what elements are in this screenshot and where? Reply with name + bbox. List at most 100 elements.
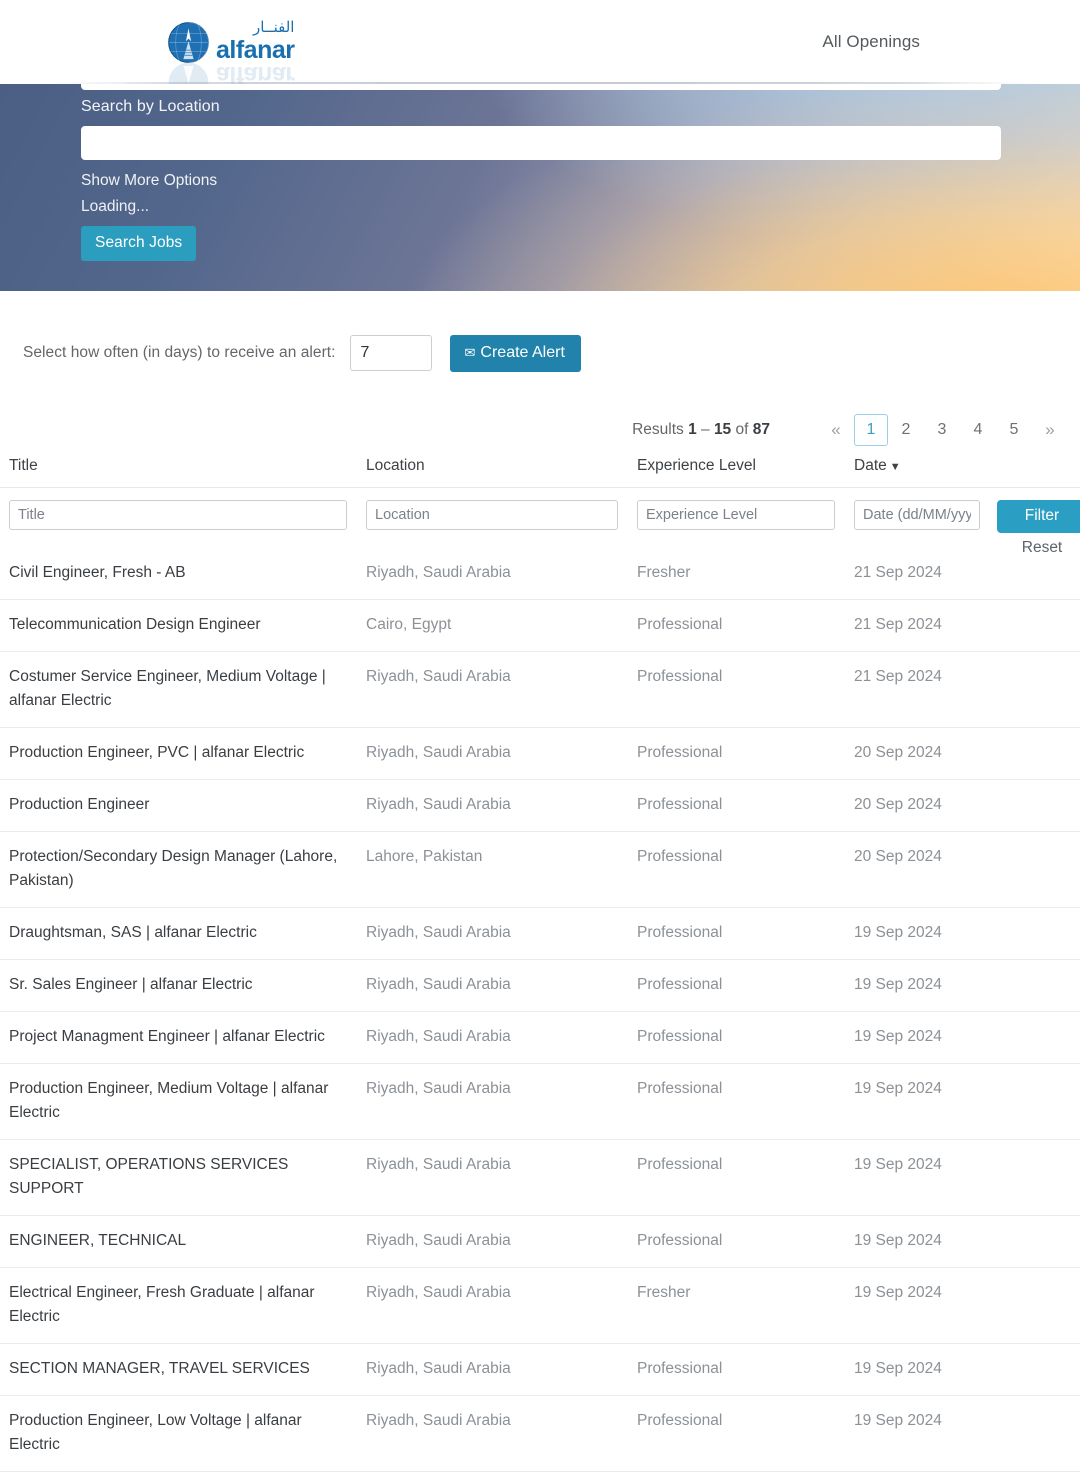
- filter-title-input[interactable]: [9, 500, 347, 530]
- cell-title: Draughtsman, SAS | alfanar Electric: [0, 908, 366, 960]
- cell-title: Sr. Sales Engineer | alfanar Electric: [0, 960, 366, 1012]
- cell-experience: Professional: [637, 1412, 723, 1429]
- cell-location: Riyadh, Saudi Arabia: [366, 976, 511, 993]
- job-title-link[interactable]: SPECIALIST, OPERATIONS SERVICES SUPPORT: [9, 1156, 288, 1197]
- job-title-link[interactable]: Production Engineer: [9, 796, 149, 813]
- results-range-dash: –: [701, 421, 710, 438]
- job-title-link[interactable]: Production Engineer, Low Voltage | alfan…: [9, 1412, 302, 1453]
- cell-date: 19 Sep 2024: [854, 1232, 942, 1249]
- table-row[interactable]: Electrical Engineer, Fresh Graduate | al…: [0, 1268, 1080, 1344]
- pagination-prev[interactable]: «: [818, 415, 854, 445]
- job-title-link[interactable]: Production Engineer, PVC | alfanar Elect…: [9, 744, 304, 761]
- results-range-start: 1: [688, 421, 697, 438]
- filter-date-input[interactable]: [854, 500, 980, 530]
- job-title-link[interactable]: Electrical Engineer, Fresh Graduate | al…: [9, 1284, 315, 1325]
- create-alert-label: Create Alert: [480, 343, 565, 361]
- job-results-table: Title Location Experience Level Date▼ Fi…: [0, 453, 1080, 1472]
- pagination-page-5[interactable]: 5: [996, 415, 1032, 445]
- job-title-link[interactable]: Production Engineer, Medium Voltage | al…: [9, 1080, 328, 1121]
- search-location-label: Search by Location: [81, 98, 220, 115]
- cell-date: 19 Sep 2024: [854, 1080, 942, 1097]
- job-title-link[interactable]: ENGINEER, TECHNICAL: [9, 1232, 186, 1249]
- cell-experience: Fresher: [637, 564, 691, 581]
- table-row[interactable]: Telecommunication Design Engineer Cairo,…: [0, 600, 1080, 652]
- job-title-link[interactable]: Protection/Secondary Design Manager (Lah…: [9, 848, 337, 889]
- table-row[interactable]: Production Engineer, Medium Voltage | al…: [0, 1064, 1080, 1140]
- cell-location: Riyadh, Saudi Arabia: [366, 1412, 511, 1429]
- cell-experience: Professional: [637, 848, 723, 865]
- header-title[interactable]: Title: [0, 453, 366, 488]
- alert-frequency-input[interactable]: [349, 335, 432, 371]
- search-location-input[interactable]: [81, 126, 1001, 160]
- pagination-page-4[interactable]: 4: [960, 415, 996, 445]
- filter-location-input[interactable]: [366, 500, 618, 530]
- cell-experience: Professional: [637, 924, 723, 941]
- table-row[interactable]: Project Managment Engineer | alfanar Ele…: [0, 1012, 1080, 1064]
- reset-link[interactable]: Reset: [997, 539, 1080, 557]
- table-row[interactable]: Draughtsman, SAS | alfanar Electric Riya…: [0, 908, 1080, 960]
- show-more-options-link[interactable]: Show More Options: [81, 172, 217, 190]
- cell-date: 19 Sep 2024: [854, 1156, 942, 1173]
- pagination-page-2[interactable]: 2: [888, 415, 924, 445]
- results-pagination-bar: Results 1 – 15 of 87 « 1 2 3 4 5 »: [0, 407, 1080, 453]
- job-title-link[interactable]: Telecommunication Design Engineer: [9, 616, 261, 633]
- table-row[interactable]: Costumer Service Engineer, Medium Voltag…: [0, 652, 1080, 728]
- cell-location: Riyadh, Saudi Arabia: [366, 1284, 511, 1301]
- job-title-link[interactable]: Costumer Service Engineer, Medium Voltag…: [9, 668, 326, 709]
- table-row[interactable]: Sr. Sales Engineer | alfanar Electric Ri…: [0, 960, 1080, 1012]
- table-row[interactable]: Production Engineer, PVC | alfanar Elect…: [0, 728, 1080, 780]
- header-date[interactable]: Date ▼: [854, 453, 1080, 488]
- create-alert-button[interactable]: ✉ Create Alert: [449, 334, 581, 372]
- table-row[interactable]: Protection/Secondary Design Manager (Lah…: [0, 832, 1080, 908]
- table-body: Civil Engineer, Fresh - AB Riyadh, Saudi…: [0, 548, 1080, 1472]
- table-row[interactable]: Production Engineer Riyadh, Saudi Arabia…: [0, 780, 1080, 832]
- header-date-label: Date: [854, 457, 887, 474]
- table-row[interactable]: SPECIALIST, OPERATIONS SERVICES SUPPORT …: [0, 1140, 1080, 1216]
- filter-cell-location: [366, 488, 637, 539]
- envelope-icon: ✉: [464, 345, 476, 360]
- filter-cell-experience: [637, 488, 854, 539]
- cell-title: Civil Engineer, Fresh - AB: [0, 548, 366, 600]
- nav-item-all-openings[interactable]: All Openings: [822, 32, 920, 52]
- header-location[interactable]: Location: [366, 453, 637, 488]
- cell-experience: Professional: [637, 1156, 723, 1173]
- table-row[interactable]: Civil Engineer, Fresh - AB Riyadh, Saudi…: [0, 548, 1080, 600]
- results-range-end: 15: [713, 421, 732, 438]
- filter-button[interactable]: Filter: [997, 500, 1080, 533]
- cell-date: 19 Sep 2024: [854, 1284, 942, 1301]
- sort-descending-icon: ▼: [889, 461, 901, 473]
- header-experience[interactable]: Experience Level: [637, 453, 854, 488]
- job-title-link[interactable]: Draughtsman, SAS | alfanar Electric: [9, 924, 257, 941]
- job-title-link[interactable]: Sr. Sales Engineer | alfanar Electric: [9, 976, 253, 993]
- job-title-link[interactable]: Civil Engineer, Fresh - AB: [9, 564, 186, 581]
- cell-location: Riyadh, Saudi Arabia: [366, 1028, 511, 1045]
- filter-experience-input[interactable]: [637, 500, 835, 530]
- job-title-link[interactable]: SECTION MANAGER, TRAVEL SERVICES: [9, 1360, 310, 1377]
- pagination-next[interactable]: »: [1032, 415, 1068, 445]
- cell-title: Costumer Service Engineer, Medium Voltag…: [0, 652, 366, 728]
- cell-location: Riyadh, Saudi Arabia: [366, 564, 511, 581]
- logo-reflection: alfanar: [168, 61, 294, 84]
- search-jobs-button[interactable]: Search Jobs: [81, 226, 197, 261]
- pagination-page-1[interactable]: 1: [854, 414, 888, 446]
- loading-status-text: Loading...: [81, 198, 150, 215]
- job-title-link[interactable]: Project Managment Engineer | alfanar Ele…: [9, 1028, 325, 1045]
- cell-date: 19 Sep 2024: [854, 924, 942, 941]
- filter-cell-date: Filter Reset: [854, 488, 1080, 556]
- cell-location: Cairo, Egypt: [366, 616, 452, 633]
- cell-experience: Professional: [637, 796, 723, 813]
- table-row[interactable]: Production Engineer, Low Voltage | alfan…: [0, 1396, 1080, 1472]
- cell-date: 20 Sep 2024: [854, 796, 942, 813]
- cell-date: 20 Sep 2024: [854, 744, 942, 761]
- cell-location: Riyadh, Saudi Arabia: [366, 744, 511, 761]
- alfanar-logo[interactable]: الفنــار alfanar: [168, 17, 295, 63]
- table-row[interactable]: SECTION MANAGER, TRAVEL SERVICES Riyadh,…: [0, 1344, 1080, 1396]
- cell-location: Riyadh, Saudi Arabia: [366, 1080, 511, 1097]
- alfanar-globe-icon: [168, 22, 209, 63]
- pagination-page-3[interactable]: 3: [924, 415, 960, 445]
- table-row[interactable]: ENGINEER, TECHNICAL Riyadh, Saudi Arabia…: [0, 1216, 1080, 1268]
- cell-title: Production Engineer, Low Voltage | alfan…: [0, 1396, 366, 1472]
- cell-experience: Professional: [637, 1360, 723, 1377]
- cell-location: Riyadh, Saudi Arabia: [366, 924, 511, 941]
- header-title-label: Title: [9, 457, 38, 474]
